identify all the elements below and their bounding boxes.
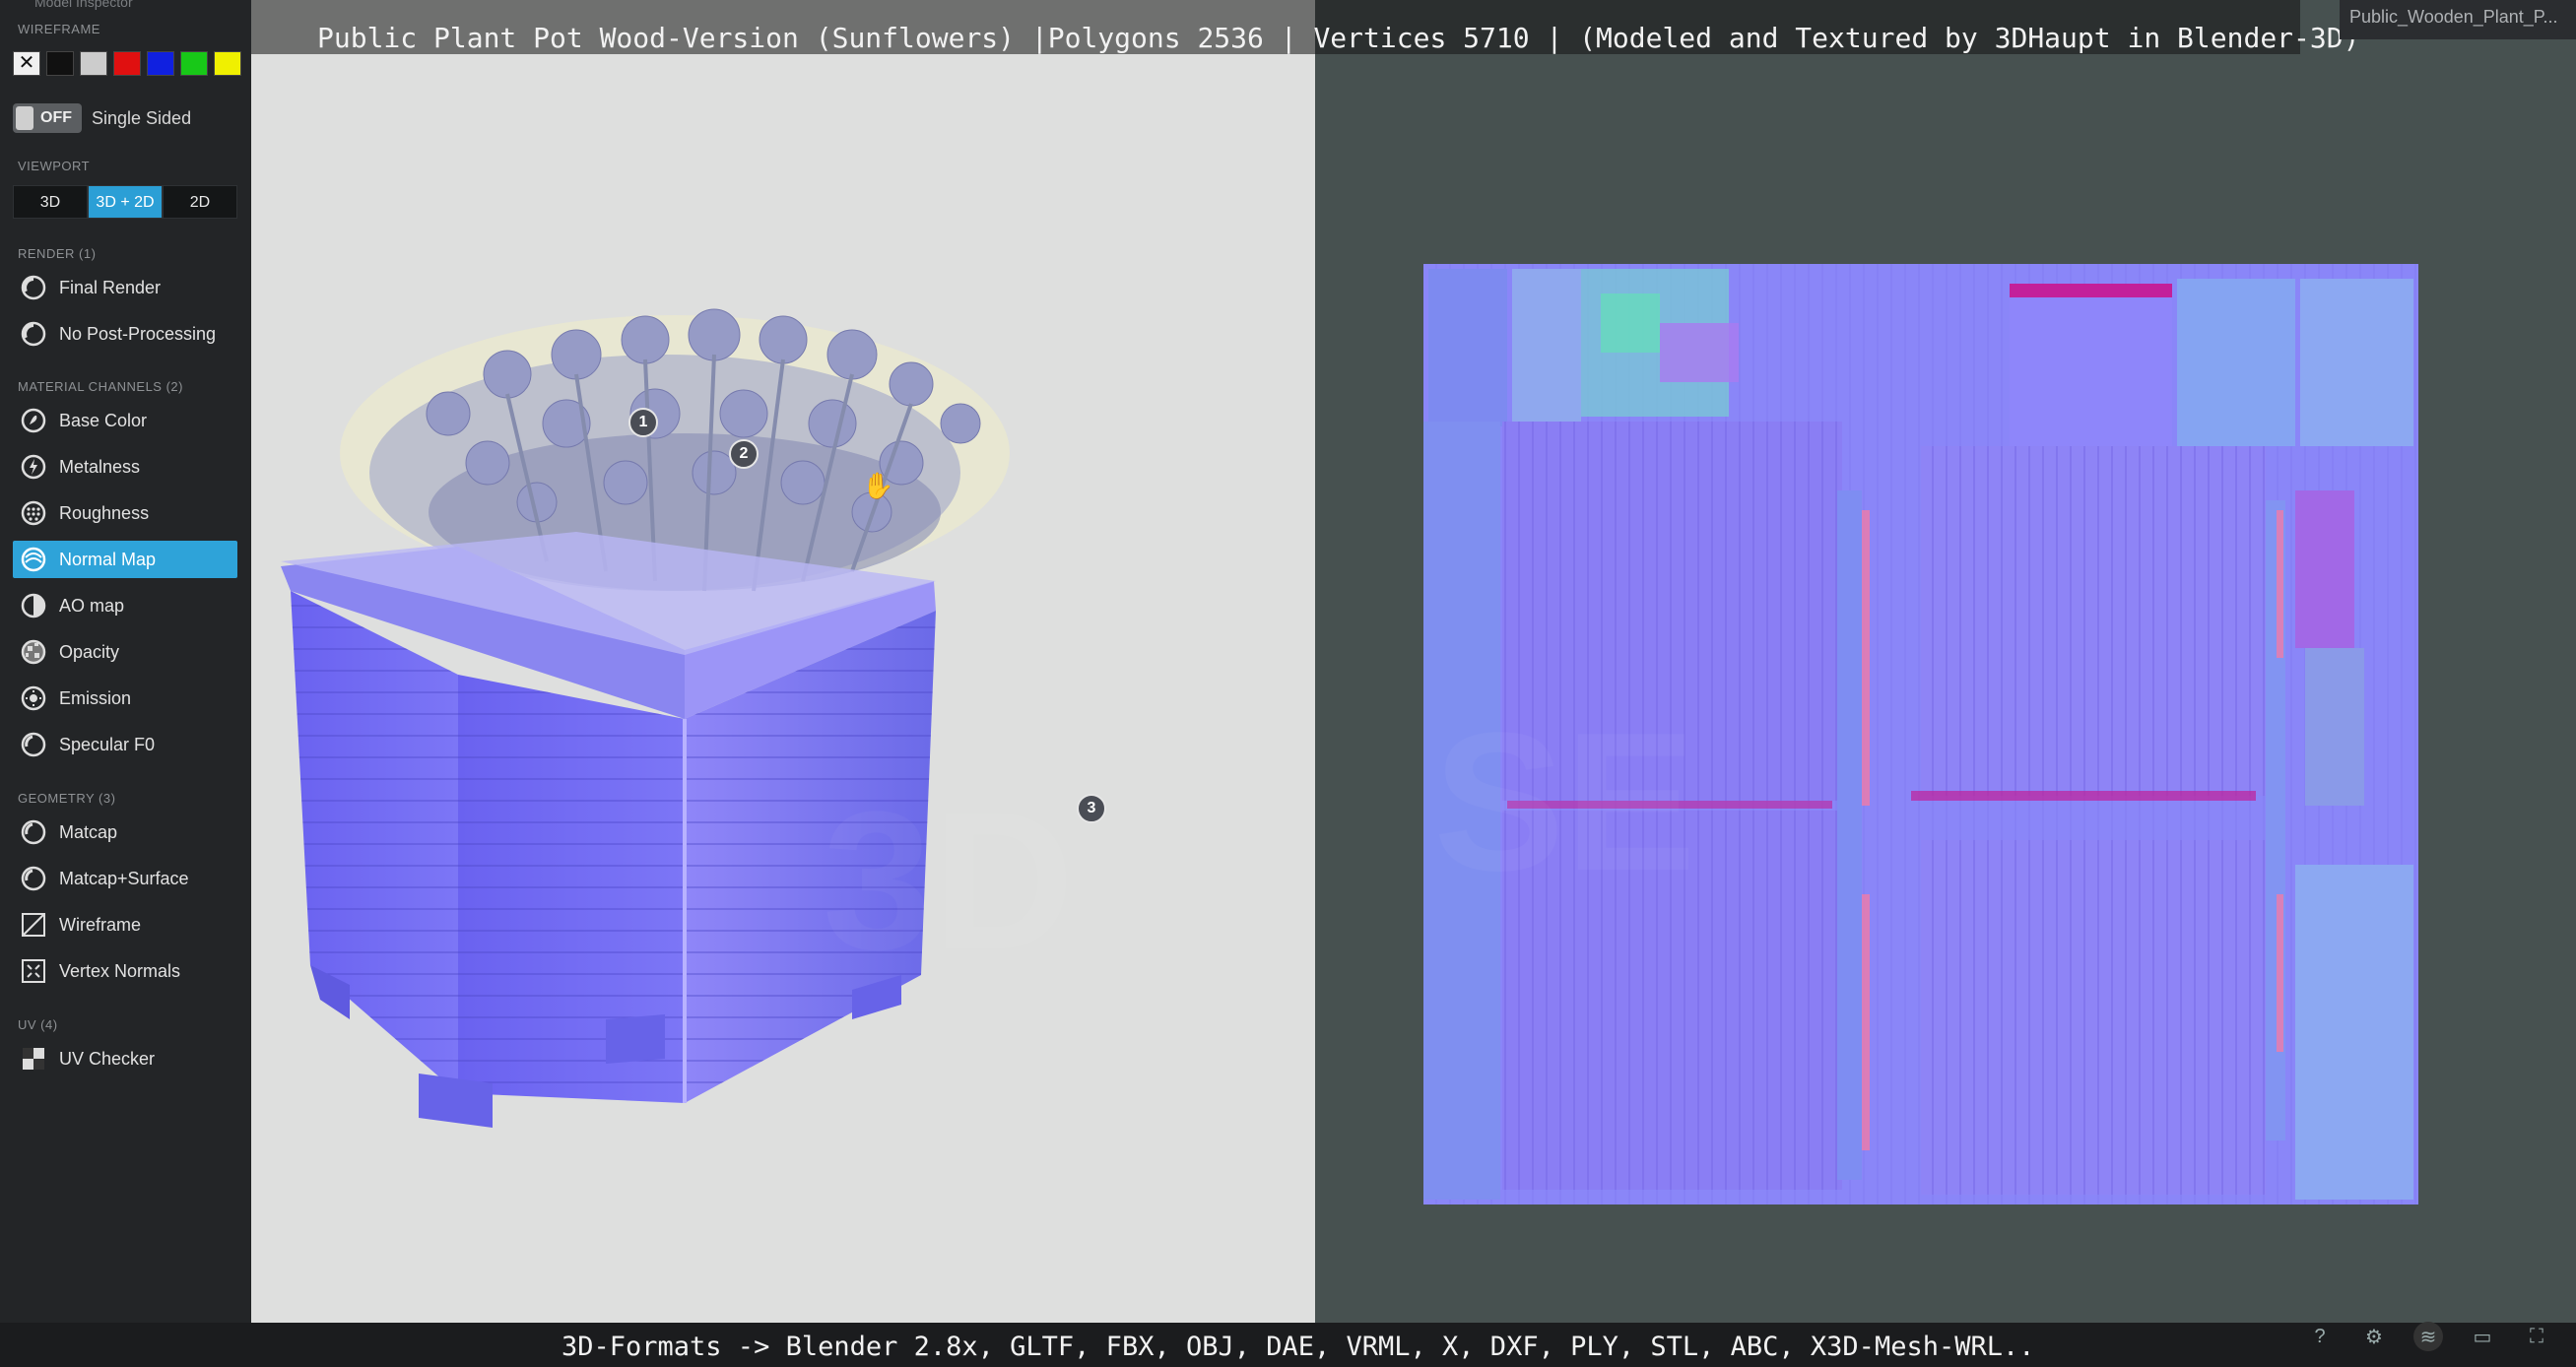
viewport-3d[interactable]: 1 2 3 ✋ 3D	[251, 0, 1315, 1323]
layers-icon[interactable]: ≋	[2413, 1322, 2443, 1351]
specular-icon	[18, 729, 49, 760]
swatch-red[interactable]	[113, 51, 141, 76]
annotation-1[interactable]: 1	[628, 408, 658, 437]
sidebar: Model Inspector WIREFRAME ✕ OFF Single S…	[0, 0, 251, 1367]
menu-label: Base Color	[59, 410, 148, 430]
help-icon[interactable]: ?	[2305, 1322, 2335, 1351]
watermark: 3D	[823, 768, 1075, 995]
menu-specular-f0[interactable]: Specular F0	[13, 726, 237, 763]
annotation-3[interactable]: 3	[1077, 794, 1106, 823]
menu-ao-map[interactable]: AO map	[13, 587, 237, 624]
settings-icon[interactable]: ⚙	[2359, 1322, 2389, 1351]
menu-vertex-normals[interactable]: Vertex Normals	[13, 952, 237, 990]
matcap-icon	[18, 863, 49, 894]
sun-icon	[18, 683, 49, 714]
menu-final-render[interactable]: Final Render	[13, 269, 237, 306]
normal-map-icon	[18, 544, 49, 575]
menu-normal-map[interactable]: Normal Map	[13, 541, 237, 578]
viewport-3d-button[interactable]: 3D	[13, 185, 88, 219]
menu-label: No Post-Processing	[59, 323, 217, 344]
menu-label: Specular F0	[59, 734, 156, 754]
swatch-yellow[interactable]	[214, 51, 241, 76]
menu-base-color[interactable]: Base Color	[13, 402, 237, 439]
material-heading: MATERIAL CHANNELS (2)	[18, 379, 183, 394]
swatch-blue[interactable]	[147, 51, 174, 76]
menu-label: Matcap	[59, 821, 118, 842]
menu-label: Wireframe	[59, 914, 142, 935]
menu-no-post-processing[interactable]: No Post-Processing	[13, 315, 237, 353]
viewport-mode-group: 3D 3D + 2D 2D	[13, 185, 237, 219]
single-sided-toggle[interactable]: OFF	[13, 103, 82, 133]
menu-roughness[interactable]: Roughness	[13, 494, 237, 532]
ao-icon	[18, 590, 49, 621]
vr-icon[interactable]: ▭	[2468, 1322, 2497, 1351]
geometry-heading: GEOMETRY (3)	[18, 791, 116, 806]
watermark: SE	[1433, 689, 1696, 916]
render-icon	[18, 272, 49, 303]
checker-circle-icon	[18, 636, 49, 668]
hand-cursor-icon: ✋	[862, 471, 894, 500]
uv-checker-icon	[18, 1043, 49, 1074]
render-icon	[18, 318, 49, 350]
lightning-icon	[18, 451, 49, 483]
wireframe-color-swatches: ✕	[13, 51, 241, 76]
single-sided-label: Single Sided	[92, 107, 192, 128]
wireframe-icon	[18, 909, 49, 941]
viewport-3d-2d-button[interactable]: 3D + 2D	[88, 185, 163, 219]
inspector-title: Model Inspector	[34, 0, 133, 10]
palette-icon	[18, 405, 49, 436]
swatch-black[interactable]	[46, 51, 74, 76]
planter-3d-model	[281, 308, 1010, 1128]
wireframe-heading: WIREFRAME	[18, 22, 100, 36]
vertex-normals-icon	[18, 955, 49, 987]
uv-heading: UV (4)	[18, 1017, 58, 1032]
model-title-banner: Public Plant Pot Wood-Version (Sunflower…	[251, 0, 2359, 54]
menu-metalness[interactable]: Metalness	[13, 448, 237, 486]
menu-label: AO map	[59, 595, 125, 616]
menu-label: Metalness	[59, 456, 141, 477]
menu-matcap[interactable]: Matcap	[13, 814, 237, 851]
formats-caption: 3D-Formats -> Blender 2.8x, GLTF, FBX, O…	[561, 1332, 2035, 1362]
menu-label: Opacity	[59, 641, 120, 662]
toggle-knob	[16, 106, 33, 130]
swatch-green[interactable]	[180, 51, 208, 76]
menu-label: Final Render	[59, 277, 162, 297]
menu-emission[interactable]: Emission	[13, 680, 237, 717]
swatch-white[interactable]: ✕	[13, 51, 40, 76]
menu-wireframe[interactable]: Wireframe	[13, 906, 237, 944]
menu-matcap-surface[interactable]: Matcap+Surface	[13, 860, 237, 897]
menu-opacity[interactable]: Opacity	[13, 633, 237, 671]
model-title: Public Plant Pot Wood-Version (Sunflower…	[317, 22, 2360, 54]
fullscreen-icon[interactable]: ⛶	[2522, 1322, 2551, 1351]
viewport-2d-button[interactable]: 2D	[163, 185, 237, 219]
single-sided-row: OFF Single Sided	[13, 103, 191, 133]
menu-label: Roughness	[59, 502, 150, 523]
menu-uv-checker[interactable]: UV Checker	[13, 1040, 237, 1077]
render-heading: RENDER (1)	[18, 246, 97, 261]
viewport-2d-uv[interactable]: SE	[1315, 0, 2576, 1323]
menu-label: Normal Map	[59, 549, 157, 569]
viewport-heading: VIEWPORT	[18, 159, 91, 173]
dots-pattern-icon	[18, 497, 49, 529]
menu-label: Emission	[59, 687, 132, 708]
menu-label: Vertex Normals	[59, 960, 181, 981]
annotation-2[interactable]: 2	[729, 439, 759, 469]
matcap-icon	[18, 816, 49, 848]
toggle-state: OFF	[40, 109, 72, 126]
menu-label: Matcap+Surface	[59, 868, 189, 888]
swatch-gray[interactable]	[80, 51, 107, 76]
file-name-tab[interactable]: Public_Wooden_Plant_P...	[2340, 0, 2576, 39]
menu-label: UV Checker	[59, 1048, 156, 1069]
